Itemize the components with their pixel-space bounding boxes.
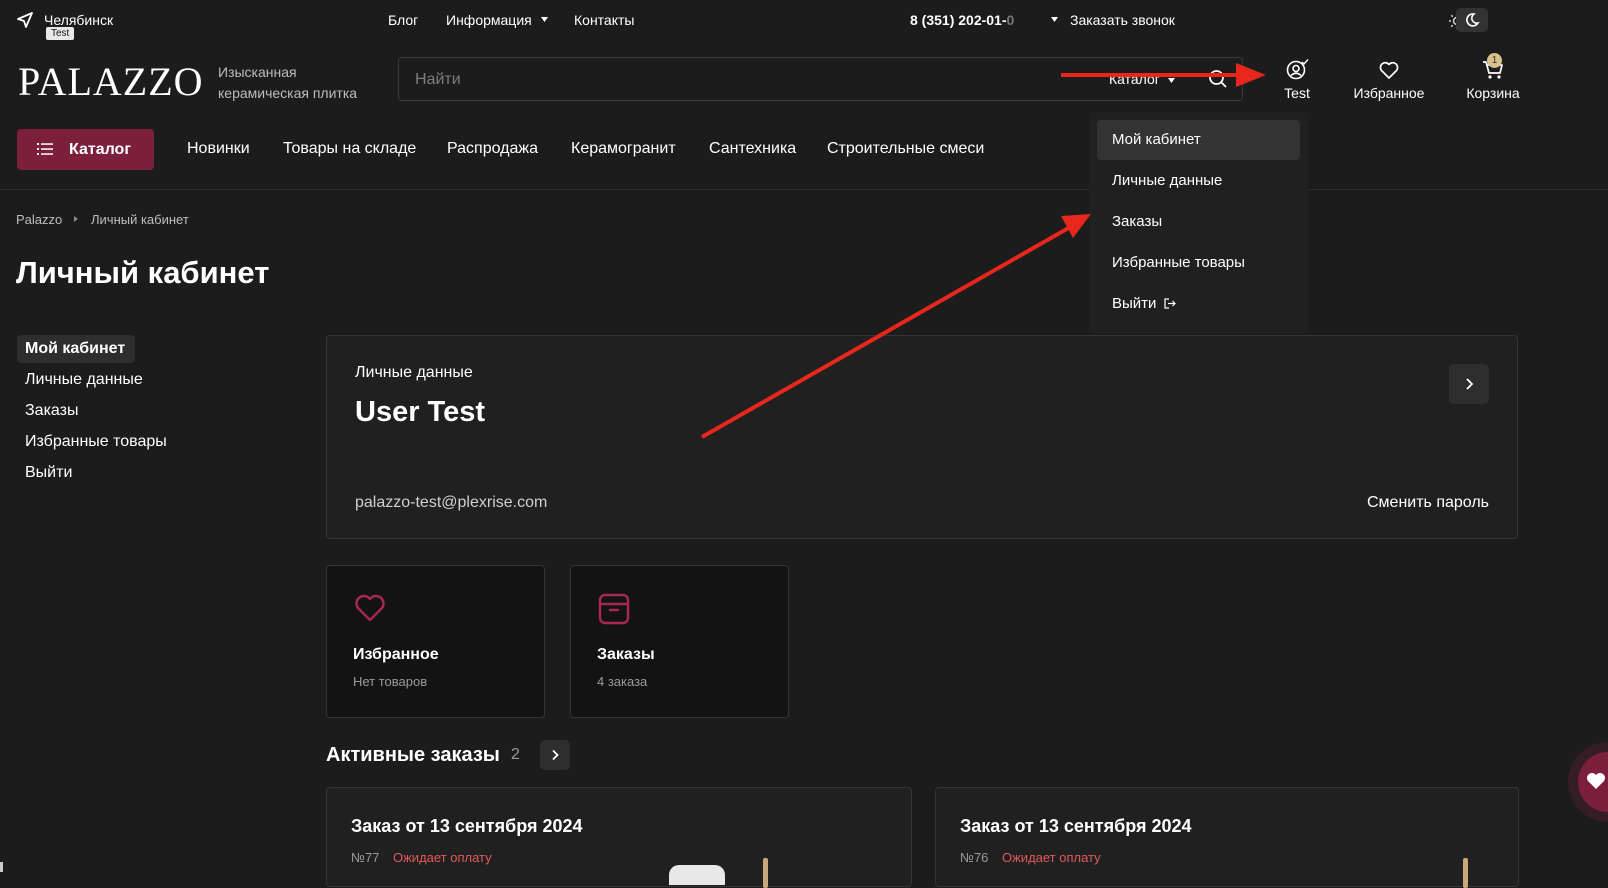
annotation-arrow-to-orders bbox=[701, 214, 1091, 439]
heart-icon bbox=[1587, 773, 1605, 789]
annotation-arrows bbox=[701, 63, 1266, 439]
annotation-arrow-to-profile bbox=[1061, 63, 1266, 87]
scroll-edge-marker bbox=[0, 862, 3, 872]
